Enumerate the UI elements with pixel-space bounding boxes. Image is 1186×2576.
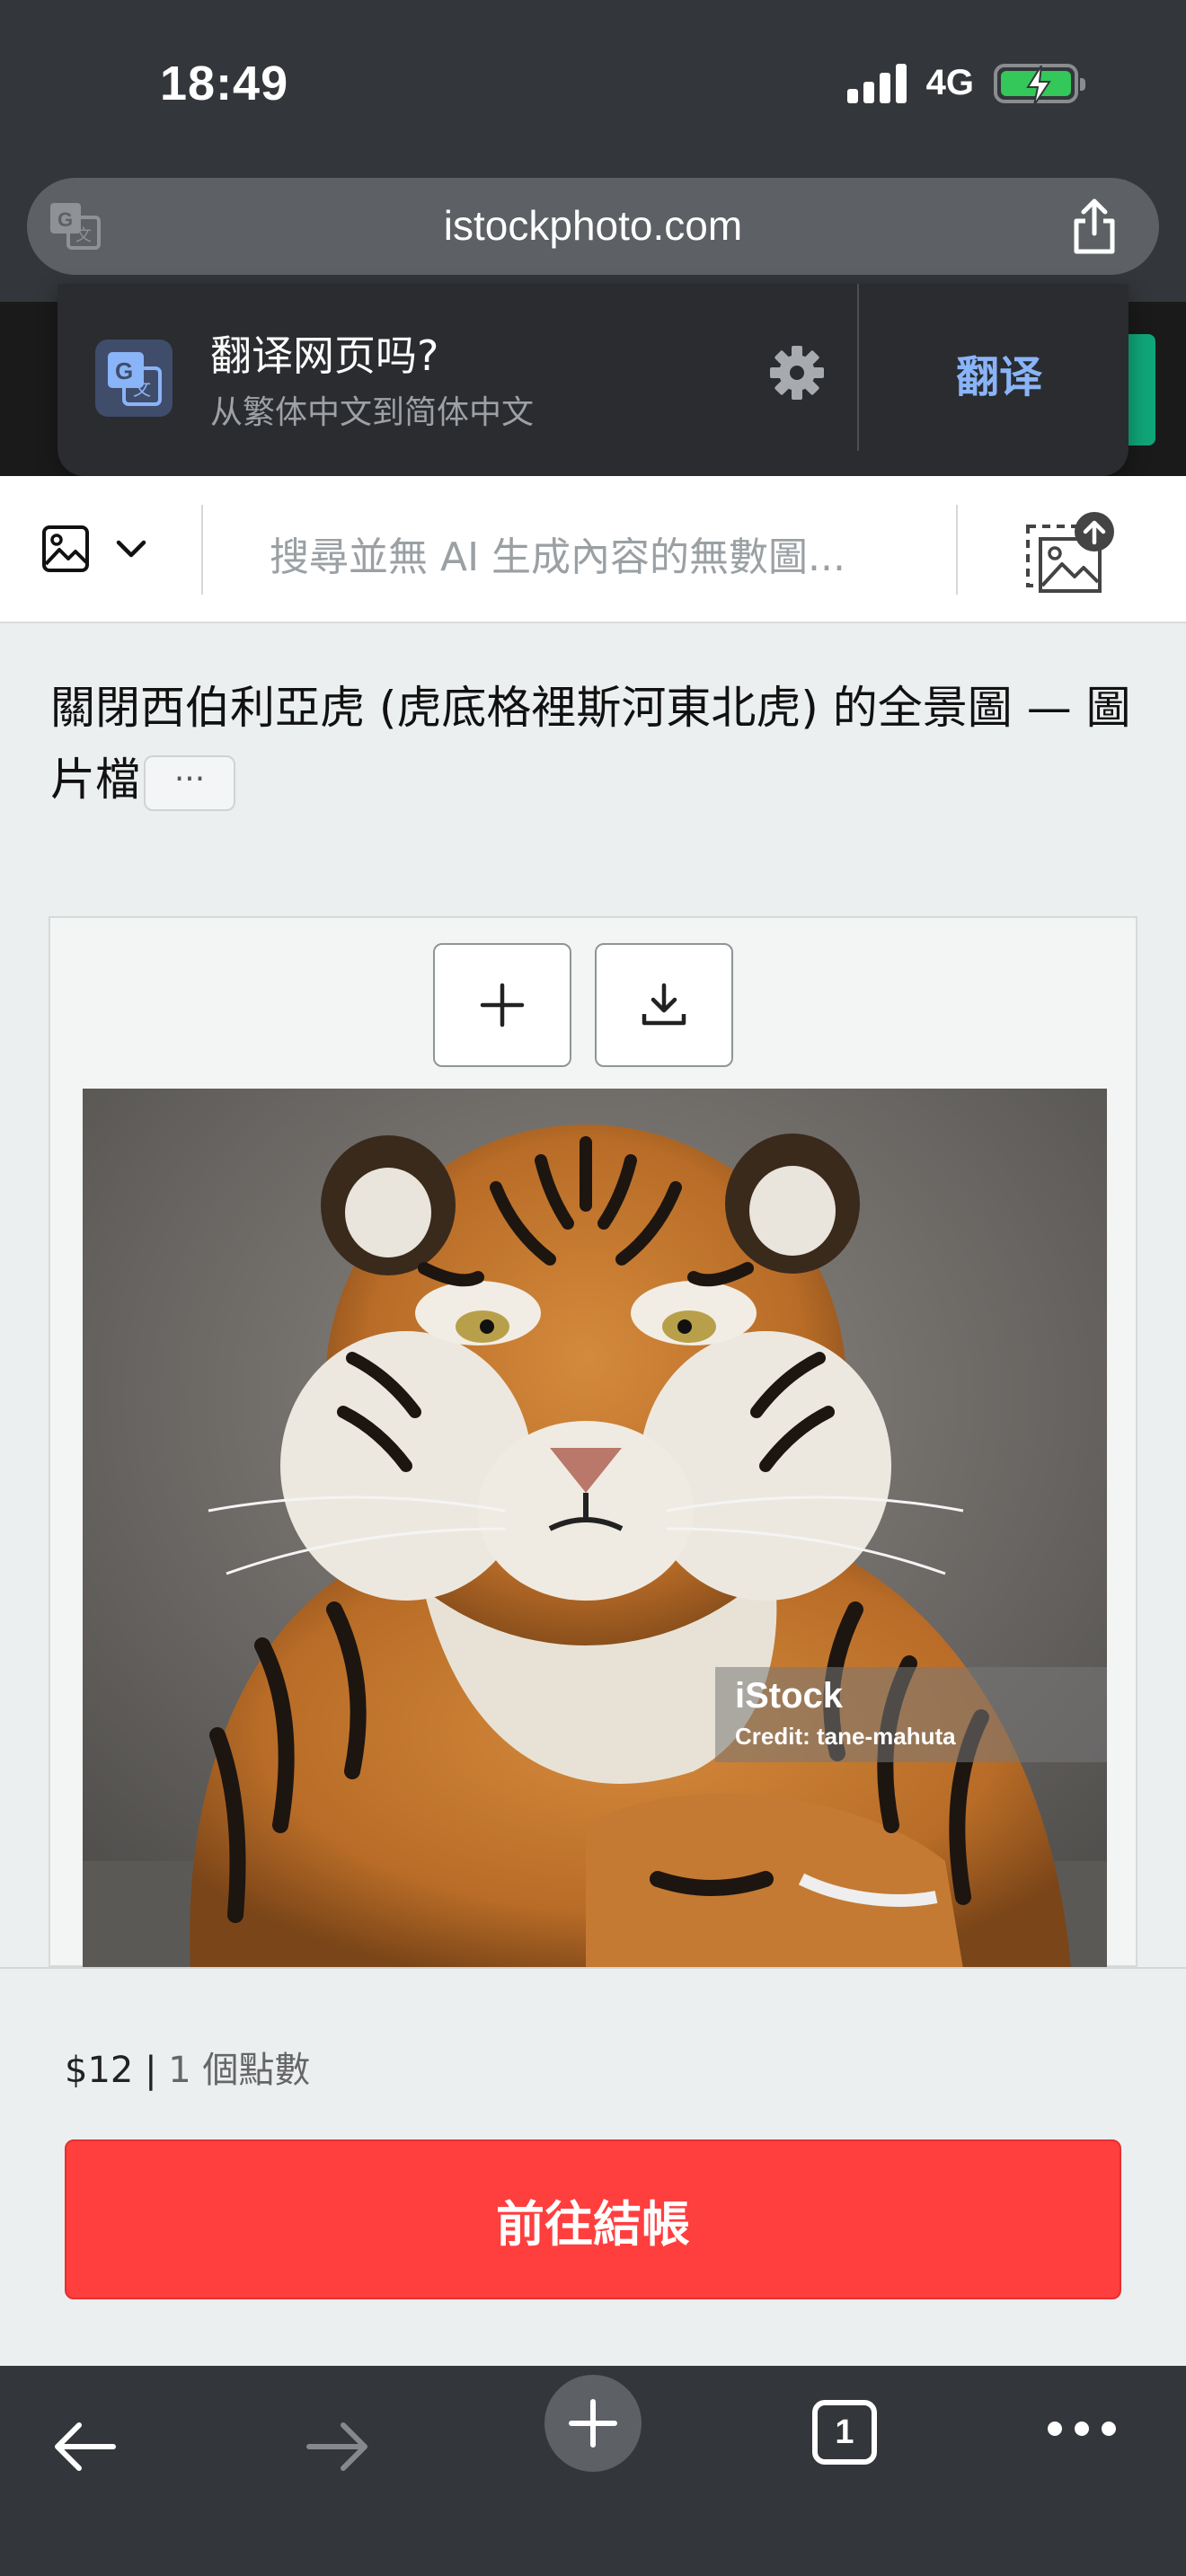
- watermark-brand: iStock: [735, 1676, 844, 1716]
- signal-icon: [846, 63, 907, 103]
- checkout-button[interactable]: 前往結帳: [65, 2139, 1121, 2299]
- translate-popup: G 文 翻译网页吗? 从繁体中文到简体中文 翻译: [58, 284, 1128, 476]
- download-button[interactable]: [595, 943, 733, 1067]
- page-title: 關閉西伯利亞虎 (虎底格裡斯河東北虎) 的全景圖 — 圖片檔 ···: [50, 672, 1146, 816]
- more-button[interactable]: ···: [144, 754, 235, 811]
- price-separator: |: [133, 2050, 169, 2091]
- watermark-credit: Credit: tane-mahuta: [735, 1723, 956, 1750]
- visual-search-upload-icon[interactable]: [1021, 510, 1120, 596]
- tab-switcher-button[interactable]: 1: [812, 2400, 877, 2465]
- chevron-down-icon[interactable]: [111, 530, 151, 569]
- download-icon: [642, 983, 686, 1026]
- search-bar: 搜尋並無 AI 生成內容的無數圖...: [0, 476, 1186, 623]
- more-options-icon[interactable]: [1048, 2422, 1116, 2436]
- address-bar[interactable]: G 文 istockphoto.com: [27, 178, 1159, 275]
- translate-prompt-title: 翻译网页吗?: [210, 331, 439, 380]
- google-translate-icon: G 文: [95, 340, 173, 417]
- price-line: $12 | 1 個點數: [65, 2041, 310, 2093]
- tiger-illustration: [83, 1089, 1107, 1969]
- browser-chrome-top: 18:49 4G G 文 istockphoto.com: [0, 0, 1186, 302]
- image-type-icon[interactable]: [41, 525, 90, 573]
- back-icon[interactable]: [50, 2420, 119, 2474]
- popup-divider: [857, 284, 859, 451]
- share-icon[interactable]: [1069, 198, 1120, 255]
- battery-icon: [994, 63, 1085, 105]
- new-tab-button[interactable]: [544, 2375, 642, 2472]
- gear-icon[interactable]: [769, 345, 825, 401]
- status-icons: 4G: [846, 63, 1085, 105]
- plus-icon: [569, 2399, 617, 2448]
- plus-icon: [480, 983, 525, 1028]
- credits-value: 1 個點數: [168, 2050, 311, 2091]
- svg-text:G: G: [115, 357, 133, 384]
- translate-language-pair: 从繁体中文到简体中文: [210, 394, 535, 431]
- status-time: 18:49: [160, 57, 289, 110]
- image-card: iStock Credit: tane-mahuta: [49, 916, 1137, 1969]
- price-value: $12: [65, 2050, 134, 2091]
- forward-icon[interactable]: [304, 2420, 372, 2474]
- search-input[interactable]: 搜尋並無 AI 生成內容的無數圖...: [270, 525, 845, 582]
- search-divider: [201, 505, 203, 595]
- url-text[interactable]: istockphoto.com: [27, 201, 1159, 250]
- svg-text:文: 文: [133, 378, 151, 400]
- add-to-board-button[interactable]: [433, 943, 571, 1067]
- network-label: 4G: [925, 63, 974, 102]
- tiger-photo[interactable]: iStock Credit: tane-mahuta: [83, 1089, 1107, 1969]
- browser-toolbar: 1: [0, 2366, 1186, 2576]
- search-divider: [956, 505, 958, 595]
- checkout-bar: $12 | 1 個點數 前往結帳: [0, 1967, 1186, 2366]
- watermark: iStock Credit: tane-mahuta: [715, 1667, 1107, 1762]
- translate-button[interactable]: 翻译: [956, 341, 1042, 404]
